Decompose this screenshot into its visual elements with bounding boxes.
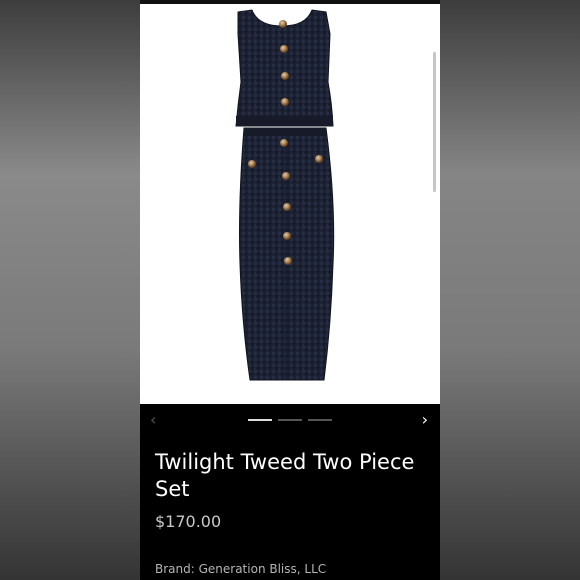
- tweed-set-illustration: [235, 9, 335, 381]
- product-brand[interactable]: Brand: Generation Bliss, LLC: [155, 561, 326, 577]
- product-screen: ‹ › Twilight Tweed Two Piece Set $170.00…: [140, 0, 440, 580]
- product-image[interactable]: [140, 4, 440, 404]
- image-carousel-controls: ‹ ›: [140, 404, 440, 436]
- product-price: $170.00: [155, 512, 222, 531]
- blurred-background-left: [0, 0, 140, 580]
- scrollbar[interactable]: [433, 52, 436, 192]
- product-title: Twilight Tweed Two Piece Set: [155, 450, 415, 501]
- carousel-dot-1[interactable]: [248, 419, 272, 421]
- carousel-dot-3[interactable]: [308, 419, 332, 421]
- carousel-dot-2[interactable]: [278, 419, 302, 421]
- chevron-right-icon[interactable]: ›: [422, 412, 428, 428]
- chevron-left-icon[interactable]: ‹: [150, 412, 156, 428]
- blurred-background-right: [440, 0, 580, 580]
